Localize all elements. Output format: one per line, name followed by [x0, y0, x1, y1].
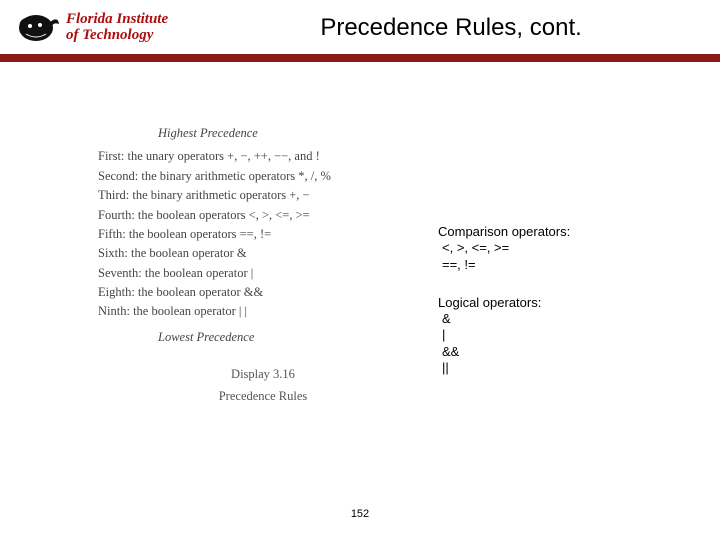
precedence-item: Fourth: the boolean operators <, >, <=, … [98, 206, 428, 225]
institution-logo: Florida Institute of Technology [16, 10, 168, 46]
precedence-item: Fifth: the boolean operators ==, != [98, 225, 428, 244]
note-line: ==, != [438, 257, 570, 273]
institution-name: Florida Institute of Technology [66, 12, 168, 44]
note-title: Logical operators: [438, 295, 570, 311]
note-line: && [438, 344, 570, 360]
precedence-item: Eighth: the boolean operator && [98, 283, 428, 302]
precedence-item: First: the unary operators +, −, ++, −−,… [98, 147, 428, 166]
note-line: & [438, 311, 570, 327]
logical-operators-note: Logical operators: & | && || [438, 295, 570, 376]
institution-line1: Florida Institute [66, 12, 168, 28]
precedence-figure: Highest Precedence First: the unary oper… [98, 124, 428, 406]
figure-caption: Display 3.16 Precedence Rules [98, 365, 428, 406]
institution-line2: of Technology [66, 28, 168, 44]
slide-header: Florida Institute of Technology Preceden… [0, 0, 720, 54]
precedence-item: Sixth: the boolean operator & [98, 244, 428, 263]
precedence-item: Second: the binary arithmetic operators … [98, 167, 428, 186]
note-line: <, >, <=, >= [438, 240, 570, 256]
caption-display: Display 3.16 [98, 365, 428, 384]
slide-title: Precedence Rules, cont. [168, 14, 704, 42]
precedence-item: Ninth: the boolean operator | | [98, 302, 428, 321]
precedence-heading: Highest Precedence [98, 124, 428, 143]
page-number: 152 [0, 508, 720, 520]
note-line: | [438, 327, 570, 343]
slide-content: Highest Precedence First: the unary oper… [0, 62, 720, 532]
precedence-item: Third: the binary arithmetic operators +… [98, 186, 428, 205]
precedence-footing: Lowest Precedence [98, 328, 428, 347]
comparison-operators-note: Comparison operators: <, >, <=, >= ==, !… [438, 224, 570, 273]
panther-icon [16, 10, 60, 46]
caption-title: Precedence Rules [98, 387, 428, 406]
divider-bar [0, 54, 720, 62]
side-notes: Comparison operators: <, >, <=, >= ==, !… [438, 224, 570, 398]
note-line: || [438, 360, 570, 376]
note-title: Comparison operators: [438, 224, 570, 240]
precedence-item: Seventh: the boolean operator | [98, 264, 428, 283]
